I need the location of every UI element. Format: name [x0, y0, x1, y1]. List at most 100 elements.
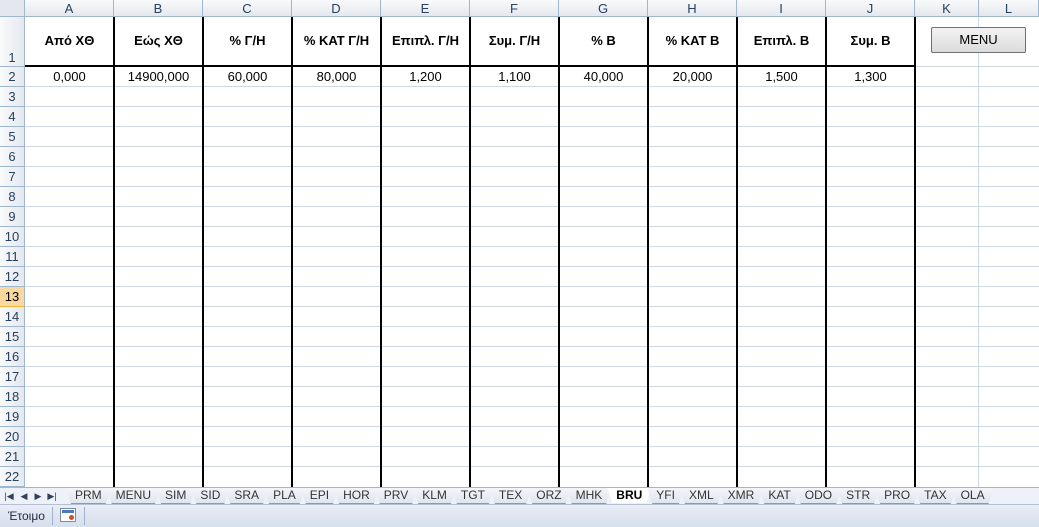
data-cell-c2[interactable]: 60,000	[203, 67, 292, 86]
row-header-7[interactable]: 7	[0, 167, 25, 187]
row-header-1[interactable]: 1	[0, 17, 25, 67]
sheet-tab-ola[interactable]: OLA	[952, 488, 994, 504]
sheet-tab-prv[interactable]: PRV	[375, 488, 417, 504]
gridline	[25, 246, 1039, 247]
row-header-2[interactable]: 2	[0, 67, 25, 87]
sheet-tab-bar: |◀ ◀ ▶ ▶| PRM MENU SIM SID SRA PLA EPI HOR PRV KL…	[0, 487, 1039, 504]
row-header-12[interactable]: 12	[0, 267, 25, 287]
sheet-tab-kat[interactable]: KAT	[759, 488, 799, 504]
row-header-20[interactable]: 20	[0, 427, 25, 447]
row-header-17[interactable]: 17	[0, 367, 25, 387]
first-sheet-icon[interactable]: |◀	[3, 489, 15, 503]
column-header-e[interactable]: E	[381, 0, 470, 17]
menu-button[interactable]: MENU	[931, 27, 1026, 53]
row-header-21[interactable]: 21	[0, 447, 25, 467]
data-cell-b2[interactable]: 14900,000	[114, 67, 203, 86]
header-cell-j[interactable]: Συμ. Β	[826, 17, 915, 65]
data-cell-a2[interactable]: 0,000	[25, 67, 114, 86]
next-sheet-icon[interactable]: ▶	[32, 489, 44, 503]
header-cell-d[interactable]: % ΚΑΤ Γ/Η	[292, 17, 381, 65]
cell-grid[interactable]: Από ΧΘ Εώς ΧΘ% Γ/Η% ΚΑΤ Γ/Η Επιπλ. Γ/Η Συμ.…	[25, 17, 1039, 487]
row-header-19[interactable]: 19	[0, 407, 25, 427]
last-sheet-icon[interactable]: ▶|	[46, 489, 58, 503]
gridline	[25, 126, 1039, 127]
column-header-a[interactable]: A	[25, 0, 114, 17]
sheet-tabs: PRM MENU SIM SID SRA PLA EPI HOR PRV KLM TGT TEX ORZ…	[66, 488, 990, 504]
sheet-tab-sid[interactable]: SID	[191, 488, 229, 504]
header-cell-b[interactable]: Εώς ΧΘ	[114, 17, 203, 65]
table-border	[825, 17, 827, 487]
column-header-c[interactable]: C	[203, 0, 292, 17]
gridline	[25, 346, 1039, 347]
sheet-tab-sra[interactable]: SRA	[225, 488, 268, 504]
column-header-j[interactable]: J	[826, 0, 915, 17]
select-all-corner[interactable]	[0, 0, 25, 17]
sheet-tab-xmr[interactable]: XMR	[719, 488, 764, 504]
sheet-tab-pla[interactable]: PLA	[264, 488, 305, 504]
row-header-4[interactable]: 4	[0, 107, 25, 127]
sheet-tab-orz[interactable]: ORZ	[527, 488, 570, 504]
column-header-b[interactable]: B	[114, 0, 203, 17]
header-cell-g[interactable]: % Β	[559, 17, 648, 65]
row-header-18[interactable]: 18	[0, 387, 25, 407]
sheet-tab-prm[interactable]: PRM	[66, 488, 111, 504]
row-header-9[interactable]: 9	[0, 207, 25, 227]
data-cell-j2[interactable]: 1,300	[826, 67, 915, 86]
gridline	[25, 406, 1039, 407]
column-header-d[interactable]: D	[292, 0, 381, 17]
data-cell-d2[interactable]: 80,000	[292, 67, 381, 86]
macro-record-icon[interactable]	[60, 508, 76, 522]
table-border	[558, 17, 560, 487]
data-cell-h2[interactable]: 20,000	[648, 67, 737, 86]
sheet-tab-klm[interactable]: KLM	[413, 488, 456, 504]
sheet-tab-pro[interactable]: PRO	[875, 488, 919, 504]
header-cell-c[interactable]: % Γ/Η	[203, 17, 292, 65]
sheet-tab-xml[interactable]: XML	[680, 488, 723, 504]
table-border	[380, 17, 382, 487]
column-header-g[interactable]: G	[559, 0, 648, 17]
column-header-f[interactable]: F	[470, 0, 559, 17]
sheet-tab-tgt[interactable]: TGT	[452, 488, 494, 504]
gridline	[25, 106, 1039, 107]
table-border	[736, 17, 738, 487]
sheet-tab-hor[interactable]: HOR	[334, 488, 379, 504]
sheet-tab-yfi[interactable]: YFI	[647, 488, 684, 504]
column-header-l[interactable]: L	[979, 0, 1039, 17]
sheet-tab-tax[interactable]: TAX	[915, 488, 955, 504]
data-cell-g2[interactable]: 40,000	[559, 67, 648, 86]
row-header-13[interactable]: 13	[0, 287, 25, 307]
column-header-k[interactable]: K	[915, 0, 979, 17]
row-header-22[interactable]: 22	[0, 467, 25, 487]
gridline	[25, 426, 1039, 427]
data-cell-e2[interactable]: 1,200	[381, 67, 470, 86]
row-header-15[interactable]: 15	[0, 327, 25, 347]
sheet-tab-bru[interactable]: BRU	[607, 488, 651, 503]
header-cell-i[interactable]: Επιπλ. Β	[737, 17, 826, 65]
prev-sheet-icon[interactable]: ◀	[18, 489, 30, 503]
sheet-tab-mhk[interactable]: MHK	[567, 488, 612, 504]
row-header-14[interactable]: 14	[0, 307, 25, 327]
sheet-tab-odo[interactable]: ODO	[796, 488, 841, 504]
column-header-h[interactable]: H	[648, 0, 737, 17]
sheet-tab-tex[interactable]: TEX	[490, 488, 531, 504]
row-header-16[interactable]: 16	[0, 347, 25, 367]
sheet-tab-epi[interactable]: EPI	[301, 488, 338, 504]
row-header-3[interactable]: 3	[0, 87, 25, 107]
data-cell-f2[interactable]: 1,100	[470, 67, 559, 86]
status-separator	[84, 507, 85, 525]
row-header-10[interactable]: 10	[0, 227, 25, 247]
row-header-11[interactable]: 11	[0, 247, 25, 267]
sheet-tab-str[interactable]: STR	[837, 488, 879, 504]
gridline	[25, 266, 1039, 267]
row-header-6[interactable]: 6	[0, 147, 25, 167]
column-header-i[interactable]: I	[737, 0, 826, 17]
sheet-tab-sim[interactable]: SIM	[156, 488, 195, 504]
header-cell-f[interactable]: Συμ. Γ/Η	[470, 17, 559, 65]
row-header-8[interactable]: 8	[0, 187, 25, 207]
header-cell-e[interactable]: Επιπλ. Γ/Η	[381, 17, 470, 65]
header-cell-a[interactable]: Από ΧΘ	[25, 17, 114, 65]
sheet-tab-menu[interactable]: MENU	[107, 488, 160, 504]
header-cell-h[interactable]: % ΚΑΤ Β	[648, 17, 737, 65]
data-cell-i2[interactable]: 1,500	[737, 67, 826, 86]
row-header-5[interactable]: 5	[0, 127, 25, 147]
